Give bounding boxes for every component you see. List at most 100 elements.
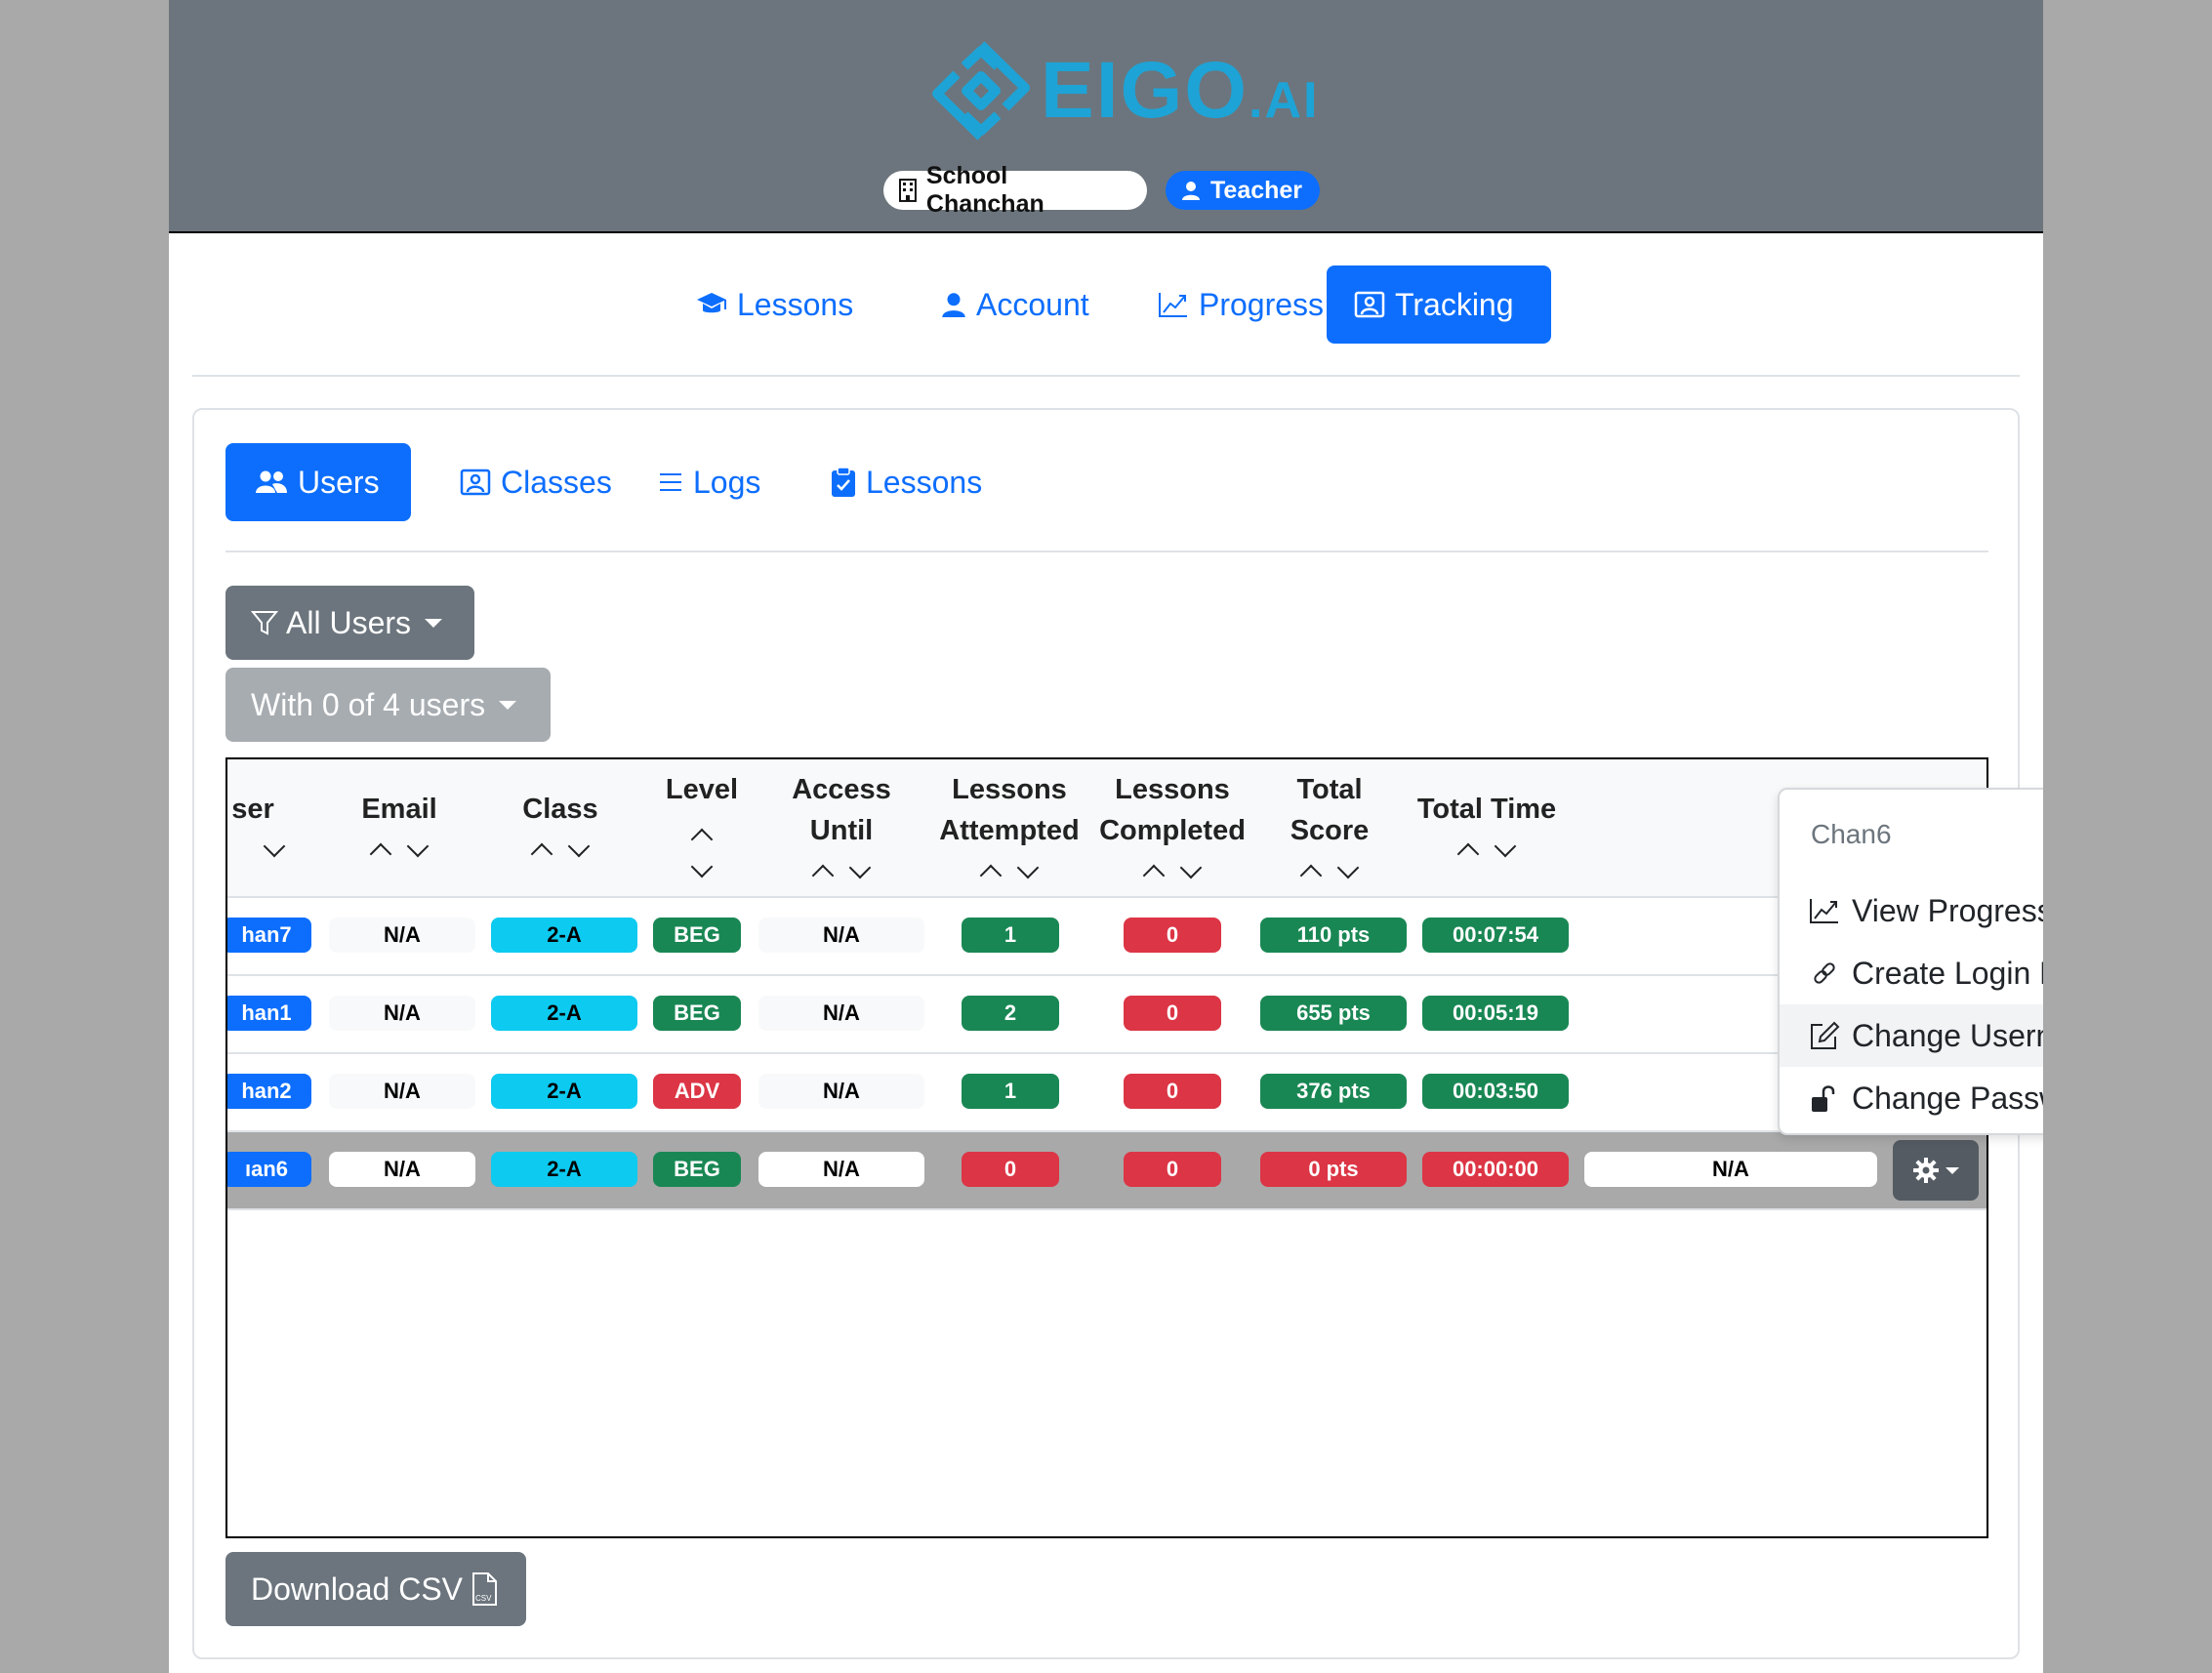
menu-view-progress[interactable]: View Progress [1780,879,2043,942]
class-badge: 2-A [491,996,637,1031]
logo-mark-icon [932,41,1030,141]
col-access-line1: Access [792,774,891,805]
sort-desc-icon[interactable] [1494,835,1517,858]
tab-users[interactable]: Users [225,443,411,521]
logo[interactable]: EIGO.AI [927,37,1320,144]
col-completed-line2: Completed [1099,815,1246,846]
level-badge: BEG [653,1152,741,1187]
email-cell: N/A [329,1074,475,1109]
col-lessons-completed[interactable]: Lessons Completed [1094,769,1250,887]
time-badge: 00:07:54 [1422,918,1569,953]
download-csv-button[interactable]: Download CSV CSV [225,1552,526,1626]
tabs-divider [225,551,1988,552]
site-header: EIGO.AI School Chanchan Teacher [169,0,2043,233]
nav-tracking[interactable]: Tracking [1327,265,1551,344]
col-score-line2: Score [1290,815,1370,846]
access-cell: N/A [758,1152,924,1187]
school-badge: School Chanchan [883,162,1147,218]
user-badge: ıan6 [227,1152,311,1187]
selection-dropdown-button[interactable]: With 0 of 4 users [225,668,551,742]
sort-desc-icon[interactable] [567,835,591,858]
tab-classes[interactable]: Classes [430,443,641,521]
col-lessons-attempted[interactable]: Lessons Attempted [936,769,1083,887]
nav-progress[interactable]: Progress [1130,265,1351,344]
col-total-time[interactable]: Total Time [1409,789,1565,866]
sort-asc-icon[interactable] [369,842,392,866]
time-badge: 00:03:50 [1422,1074,1569,1109]
nav-account-label: Account [976,286,1089,322]
person-video-icon [460,469,491,496]
sort-asc-icon[interactable] [690,828,714,851]
download-csv-label: Download CSV [251,1571,463,1607]
extra-cell: N/A [1584,1152,1877,1187]
users-table[interactable]: ser Email Class Level Access Until Lesso… [225,757,1988,1538]
level-badge: BEG [653,918,741,953]
time-badge: 00:00:00 [1422,1152,1569,1187]
col-class[interactable]: Class [487,789,634,866]
completed-badge: 0 [1124,918,1221,953]
col-time-label: Total Time [1416,794,1557,825]
col-level[interactable]: Level [653,769,751,882]
sort-asc-icon[interactable] [1142,864,1166,887]
nav-lessons[interactable]: Lessons [669,265,881,344]
menu-change-username[interactable]: Change Username [1780,1004,2043,1067]
score-badge: 376 pts [1260,1074,1407,1109]
row-actions-menu: Chan6 View Progress Create Login Link Ch… [1778,788,2043,1135]
access-cell: N/A [758,918,924,953]
class-badge: 2-A [491,1152,637,1187]
menu-change-username-label: Change Username [1852,1017,2043,1053]
sort-desc-icon[interactable] [1336,856,1360,879]
access-cell: N/A [758,996,924,1031]
sort-asc-icon[interactable] [1299,864,1323,887]
tab-lessons[interactable]: Lessons [801,443,1011,521]
col-attempted-line2: Attempted [939,815,1080,846]
tab-classes-label: Classes [501,464,612,500]
sort-desc-icon[interactable] [690,855,714,878]
nav-account[interactable]: Account [914,265,1117,344]
pencil-square-icon [1811,1021,1840,1049]
col-class-label: Class [522,794,598,825]
tab-logs-label: Logs [693,464,761,500]
table-row-selected[interactable]: ıan6 N/A 2-A BEG N/A 0 0 0 pts 00:00:00 … [227,1132,1987,1210]
table-header: ser Email Class Level Access Until Lesso… [227,759,1987,898]
col-access-until[interactable]: Access Until [758,769,924,887]
chevron-down-icon [499,700,517,710]
completed-badge: 0 [1124,996,1221,1031]
col-email[interactable]: Email [331,789,468,866]
attempted-badge: 2 [962,996,1059,1031]
level-badge: BEG [653,996,741,1031]
menu-create-login-link[interactable]: Create Login Link [1780,942,2043,1004]
score-badge: 110 pts [1260,918,1407,953]
col-email-label: Email [361,794,437,825]
nav-divider [192,375,2020,377]
sort-desc-icon[interactable] [1179,856,1203,879]
sort-asc-icon[interactable] [811,864,835,887]
funnel-icon [251,611,278,635]
col-total-score[interactable]: Total Score [1266,769,1393,887]
tab-logs[interactable]: Logs [629,443,790,521]
sort-asc-icon[interactable] [979,864,1003,887]
sort-desc-icon[interactable] [406,835,430,858]
menu-change-password-label: Change Password [1852,1080,2043,1116]
sort-desc-icon[interactable] [848,856,872,879]
score-badge: 0 pts [1260,1152,1407,1187]
table-row[interactable]: han1 N/A 2-A BEG N/A 2 0 655 pts 00:05:1… [227,976,1987,1054]
sort-asc-icon[interactable] [530,842,553,866]
row-actions-button[interactable] [1893,1140,1979,1201]
filter-label: All Users [286,604,412,640]
graph-up-icon [1159,293,1187,317]
filter-dropdown-button[interactable]: All Users [225,586,474,660]
sort-desc-icon[interactable] [1016,856,1040,879]
page: EIGO.AI School Chanchan Teacher Lessons … [169,0,2043,1673]
building-icon [899,179,917,202]
person-icon [942,293,965,317]
menu-change-password[interactable]: Change Password [1780,1067,2043,1129]
col-user-label: ser [231,794,274,825]
table-row[interactable]: han2 N/A 2-A ADV N/A 1 0 376 pts 00:03:5… [227,1054,1987,1132]
col-access-line2: Until [809,815,874,846]
table-row[interactable]: han7 N/A 2-A BEG N/A 1 0 110 pts 00:07:5… [227,898,1987,976]
sort-asc-icon[interactable] [1456,842,1480,866]
menu-create-login-link-label: Create Login Link [1852,955,2043,991]
col-user[interactable]: ser [227,789,286,865]
sort-desc-icon[interactable] [263,835,286,858]
